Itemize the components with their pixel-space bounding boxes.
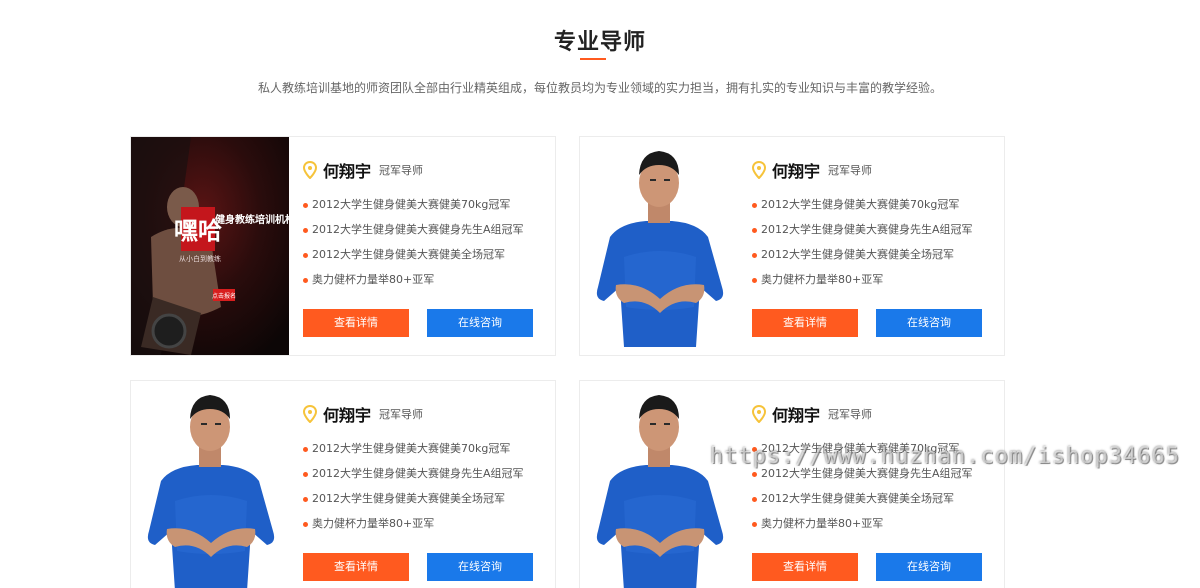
gym-poster-image: 嘿哈 健身教练培训机构 从小白到教练 点击报名 [131,137,289,355]
award-list: 2012大学生健身健美大赛健美70kg冠军 2012大学生健身健美大赛健身先生A… [752,197,997,297]
award-item: 2012大学生健身健美大赛健美70kg冠军 [752,197,997,222]
award-item: 奥力健杯力量举80+亚军 [752,272,997,297]
award-list: 2012大学生健身健美大赛健美70kg冠军 2012大学生健身健美大赛健身先生A… [303,441,548,541]
coach-card: 何翔宇 冠军导师 2012大学生健身健美大赛健美70kg冠军 2012大学生健身… [579,136,1005,356]
coach-rank: 冠军导师 [828,408,873,421]
coach-name: 何翔宇 [323,162,372,181]
award-text: 奥力健杯力量举80+亚军 [761,273,884,286]
coach-portrait-image [580,137,738,355]
bullet-icon [303,497,308,502]
location-pin-icon [751,404,767,424]
poster-button: 点击报名 [212,292,236,300]
bullet-icon [752,203,757,208]
award-item: 2012大学生健身健美大赛健身先生A组冠军 [303,466,548,491]
coach-portrait-image [580,381,738,588]
award-item: 2012大学生健身健美大赛健身先生A组冠军 [752,222,997,247]
award-text: 2012大学生健身健美大赛健身先生A组冠军 [312,467,524,480]
bullet-icon [303,253,308,258]
coach-name: 何翔宇 [772,162,821,181]
bullet-icon [752,278,757,283]
view-details-button[interactable]: 查看详情 [752,553,858,581]
view-details-button[interactable]: 查看详情 [303,309,409,337]
bullet-icon [752,253,757,258]
award-text: 奥力健杯力量举80+亚军 [312,273,435,286]
poster-tagline: 从小白到教练 [179,254,221,263]
award-item: 2012大学生健身健美大赛健身先生A组冠军 [303,222,548,247]
coach-name: 何翔宇 [772,406,821,425]
award-text: 奥力健杯力量举80+亚军 [312,517,435,530]
online-consult-button[interactable]: 在线咨询 [876,553,982,581]
online-consult-button[interactable]: 在线咨询 [876,309,982,337]
location-pin-icon [302,404,318,424]
award-text: 2012大学生健身健美大赛健美70kg冠军 [312,442,511,455]
award-item: 2012大学生健身健美大赛健美全场冠军 [303,491,548,516]
location-pin-icon [751,160,767,180]
award-item: 2012大学生健身健美大赛健身先生A组冠军 [752,466,997,491]
watermark-text: https://www.huzhan.com/ishop34665 [710,444,1181,469]
title-underline [580,58,606,60]
bullet-icon [303,228,308,233]
award-item: 2012大学生健身健美大赛健美70kg冠军 [303,197,548,222]
coach-rank: 冠军导师 [828,164,873,177]
coach-card: 何翔宇 冠军导师 2012大学生健身健美大赛健美70kg冠军 2012大学生健身… [130,380,556,588]
online-consult-button[interactable]: 在线咨询 [427,553,533,581]
view-details-button[interactable]: 查看详情 [303,553,409,581]
bullet-icon [303,472,308,477]
award-text: 奥力健杯力量举80+亚军 [761,517,884,530]
poster-subtitle: 健身教练培训机构 [215,213,289,226]
award-text: 2012大学生健身健美大赛健美全场冠军 [312,492,505,505]
section-description: 私人教练培训基地的师资团队全部由行业精英组成，每位教员均为专业领域的实力担当，拥… [257,81,942,95]
bullet-icon [752,228,757,233]
award-item: 奥力健杯力量举80+亚军 [303,516,548,541]
award-text: 2012大学生健身健美大赛健美70kg冠军 [761,198,960,211]
coach-name: 何翔宇 [323,406,372,425]
coach-card: 嘿哈 健身教练培训机构 从小白到教练 点击报名 何翔宇 冠军导师 2012大学生… [130,136,556,356]
award-item: 奥力健杯力量举80+亚军 [303,272,548,297]
award-item: 奥力健杯力量举80+亚军 [752,516,997,541]
award-text: 2012大学生健身健美大赛健美全场冠军 [312,248,505,261]
bullet-icon [303,278,308,283]
award-text: 2012大学生健身健美大赛健美全场冠军 [761,248,954,261]
award-item: 2012大学生健身健美大赛健美全场冠军 [303,247,548,272]
award-text: 2012大学生健身健美大赛健美全场冠军 [761,492,954,505]
view-details-button[interactable]: 查看详情 [752,309,858,337]
award-item: 2012大学生健身健美大赛健美70kg冠军 [303,441,548,466]
award-text: 2012大学生健身健美大赛健身先生A组冠军 [761,223,973,236]
coach-rank: 冠军导师 [379,164,424,177]
coach-portrait-image [131,381,289,588]
award-item: 2012大学生健身健美大赛健美全场冠军 [752,491,997,516]
coach-card: 何翔宇 冠军导师 2012大学生健身健美大赛健美70kg冠军 2012大学生健身… [579,380,1005,588]
bullet-icon [303,447,308,452]
bullet-icon [752,497,757,502]
section-title: 专业导师 [553,30,646,55]
location-pin-icon [302,160,318,180]
bullet-icon [752,522,757,527]
award-item: 2012大学生健身健美大赛健美全场冠军 [752,247,997,272]
bullet-icon [303,522,308,527]
bullet-icon [752,472,757,477]
award-list: 2012大学生健身健美大赛健美70kg冠军 2012大学生健身健美大赛健身先生A… [303,197,548,297]
award-text: 2012大学生健身健美大赛健美70kg冠军 [312,198,511,211]
coach-rank: 冠军导师 [379,408,424,421]
bullet-icon [303,203,308,208]
online-consult-button[interactable]: 在线咨询 [427,309,533,337]
award-text: 2012大学生健身健美大赛健身先生A组冠军 [312,223,524,236]
